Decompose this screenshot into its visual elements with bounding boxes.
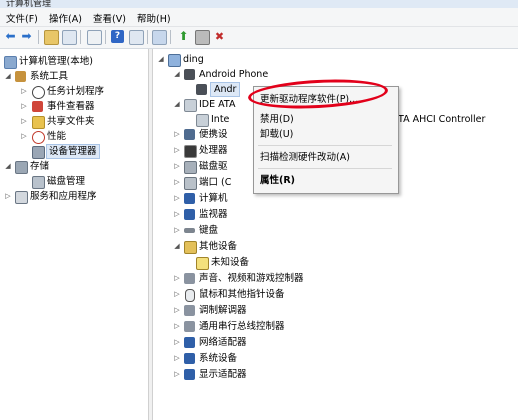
menu-separator [258, 145, 392, 146]
port-icon [184, 177, 197, 190]
properties-icon[interactable] [87, 30, 102, 45]
phone-device-icon [196, 84, 207, 95]
collapse-arrow-icon[interactable]: ◢ [157, 52, 165, 67]
help-icon[interactable]: ? [111, 30, 124, 43]
toolbar-separator [147, 30, 148, 44]
title-bar: 计算机管理 [0, 0, 518, 8]
expand-arrow-icon[interactable]: ▷ [173, 143, 181, 158]
shared-folder-icon [32, 116, 45, 129]
expand-arrow-icon[interactable]: ▷ [173, 303, 181, 318]
menu-file[interactable]: 文件(F) [6, 11, 38, 25]
collapse-arrow-icon[interactable]: ◢ [4, 69, 12, 84]
toolbar-separator [105, 30, 106, 44]
toolbar-separator [170, 30, 171, 44]
toolbar: ⬅ ➡ ? ⬆ ✖ [0, 27, 518, 49]
computer-icon [184, 193, 195, 204]
disk-drive-icon [184, 161, 197, 174]
unknown-device-icon [196, 257, 209, 270]
expand-arrow-icon[interactable]: ▷ [173, 159, 181, 174]
menu-bar: 文件(F) 操作(A) 查看(V) 帮助(H) [0, 8, 518, 27]
ide-icon [184, 99, 197, 112]
expand-arrow-icon[interactable]: ▷ [173, 351, 181, 366]
disk-icon [32, 176, 45, 189]
expand-arrow-icon[interactable]: ▷ [173, 271, 181, 286]
expand-arrow-icon[interactable]: ▷ [173, 207, 181, 222]
collapse-arrow-icon[interactable]: ◢ [4, 159, 12, 174]
menu-view[interactable]: 查看(V) [93, 11, 126, 25]
expand-arrow-icon[interactable]: ▷ [20, 129, 28, 144]
menu-item-disable[interactable]: 禁用(D) [260, 112, 294, 127]
expand-arrow-icon[interactable]: ▷ [173, 335, 181, 350]
context-menu: 更新驱动程序软件(P)... 禁用(D) 卸载(U) 扫描检测硬件改动(A) 属… [253, 86, 399, 194]
performance-icon [32, 131, 45, 144]
services-icon [15, 191, 28, 204]
forward-icon[interactable]: ➡ [20, 30, 33, 43]
mouse-icon [185, 289, 195, 302]
expand-arrow-icon[interactable]: ▷ [20, 84, 28, 99]
sound-icon [184, 273, 195, 284]
left-navigation-pane: 计算机管理(本地) ◢ 系统工具 ▷ 任务计划程序 ▷ 事件查看器 ▷ 共享文件… [0, 49, 148, 420]
portable-icon [184, 129, 195, 140]
event-viewer-icon [32, 101, 43, 112]
expand-arrow-icon[interactable]: ▷ [173, 367, 181, 382]
computer-icon [168, 54, 181, 67]
toolbar-separator [38, 30, 39, 44]
phone-icon [184, 69, 195, 80]
display-adapter-icon [184, 369, 195, 380]
uninstall-icon[interactable]: ✖ [213, 30, 226, 43]
menu-item-update-driver[interactable]: 更新驱动程序软件(P)... [260, 92, 358, 107]
tools-icon [15, 71, 26, 82]
collapse-arrow-icon[interactable]: ◢ [173, 67, 181, 82]
collapse-arrow-icon[interactable]: ◢ [173, 97, 181, 112]
disable-device-icon[interactable] [195, 30, 210, 45]
device-manager-icon [32, 146, 45, 159]
expand-arrow-icon[interactable]: ▷ [4, 189, 12, 204]
menu-item-properties[interactable]: 属性(R) [260, 173, 295, 188]
toolbar-separator [80, 30, 81, 44]
cpu-icon [184, 145, 197, 158]
keyboard-icon [184, 228, 195, 233]
expand-arrow-icon[interactable]: ▷ [173, 127, 181, 142]
menu-action[interactable]: 操作(A) [49, 11, 82, 25]
expand-arrow-icon[interactable]: ▷ [20, 114, 28, 129]
window-title: 计算机管理 [6, 0, 52, 8]
storage-icon [15, 161, 28, 174]
show-hide-tree-icon[interactable] [62, 30, 77, 45]
clock-icon [32, 86, 45, 99]
collapse-arrow-icon[interactable]: ◢ [173, 239, 181, 254]
expand-arrow-icon[interactable]: ▷ [173, 287, 181, 302]
usb-icon [184, 321, 195, 332]
ide-controller-label-tail: TA AHCI Controller [398, 114, 486, 125]
expand-arrow-icon[interactable]: ▷ [20, 99, 28, 114]
system-device-icon [184, 353, 195, 364]
menu-help[interactable]: 帮助(H) [137, 11, 171, 25]
back-icon[interactable]: ⬅ [4, 30, 17, 43]
scan-hardware-icon[interactable] [152, 30, 167, 45]
menu-item-scan-hardware[interactable]: 扫描检测硬件改动(A) [260, 150, 350, 165]
other-devices-icon [184, 241, 197, 254]
expand-arrow-icon[interactable]: ▷ [173, 175, 181, 190]
expand-arrow-icon[interactable]: ▷ [173, 191, 181, 206]
network-icon [184, 337, 195, 348]
up-folder-icon[interactable] [44, 30, 59, 45]
update-driver-icon[interactable]: ⬆ [177, 30, 190, 43]
expand-arrow-icon[interactable]: ▷ [173, 223, 181, 238]
modem-icon [184, 305, 195, 316]
menu-separator [258, 168, 392, 169]
expand-arrow-icon[interactable]: ▷ [173, 319, 181, 334]
menu-item-uninstall[interactable]: 卸载(U) [260, 127, 293, 142]
monitor-icon [184, 209, 195, 220]
export-list-icon[interactable] [129, 30, 144, 45]
ide-device-icon [196, 114, 209, 127]
computer-management-icon [4, 56, 17, 69]
